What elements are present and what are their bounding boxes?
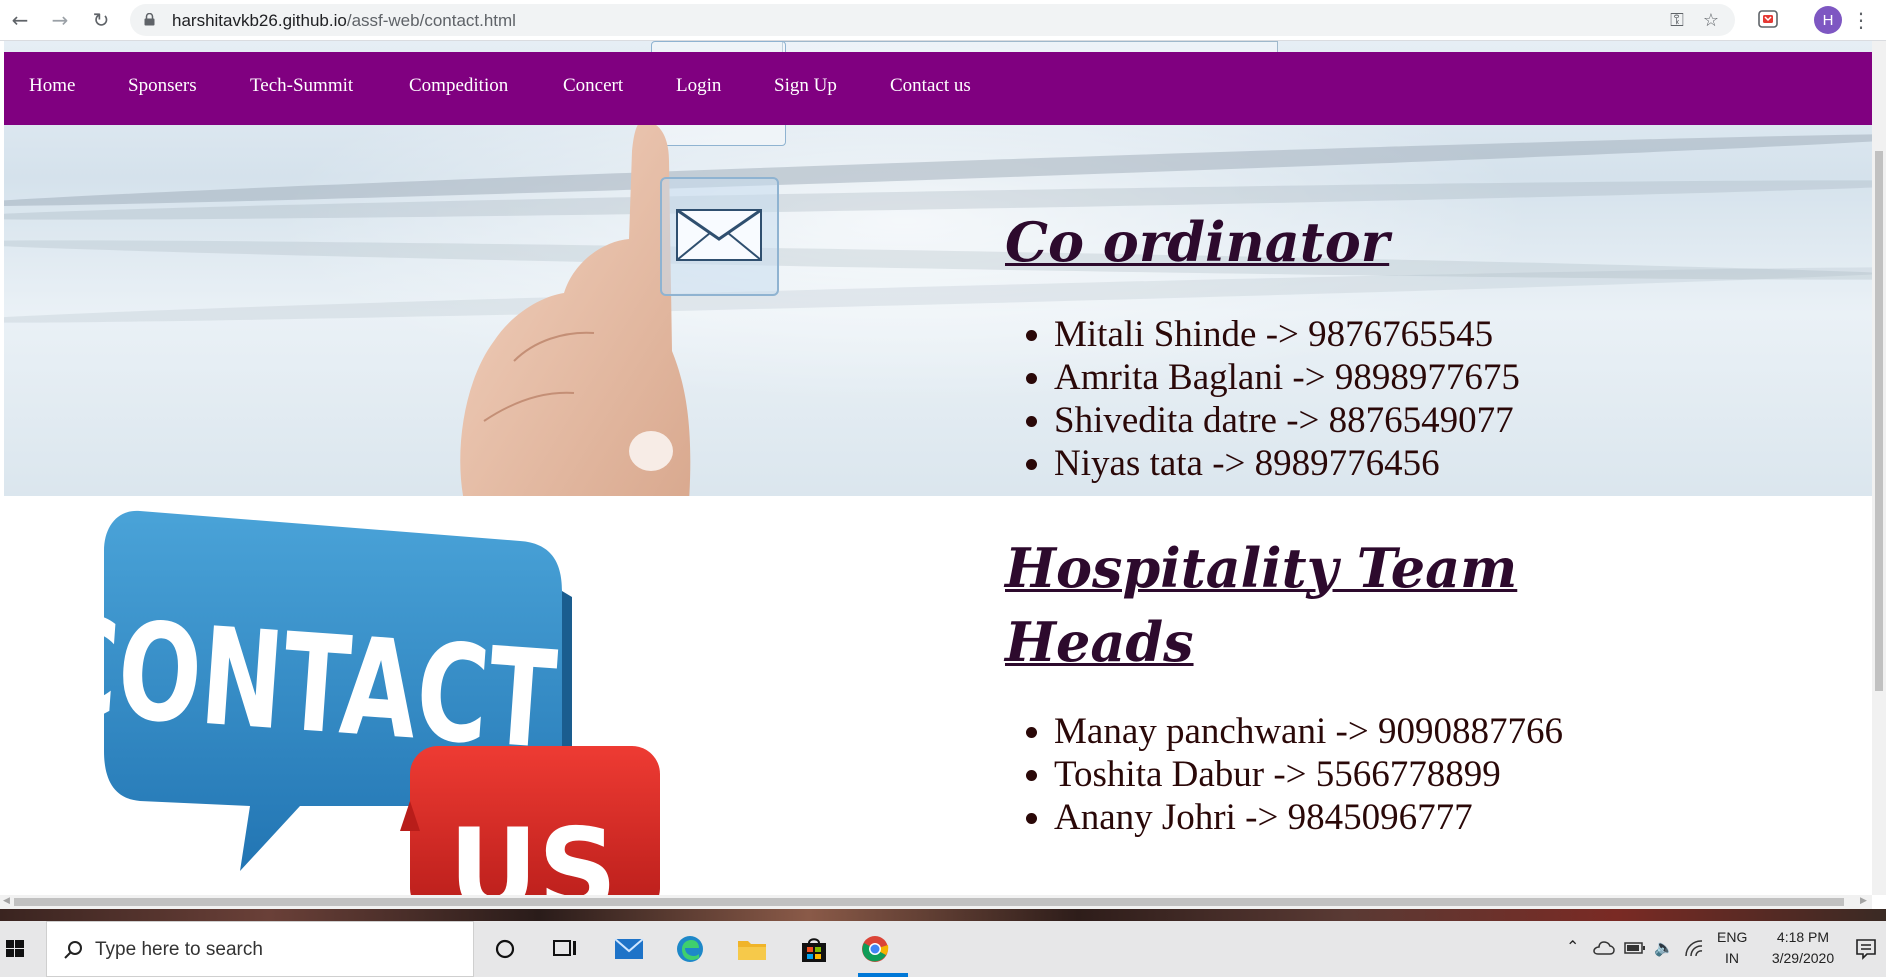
list-item: Mitali Shinde -> 9876765545 (1054, 313, 1520, 356)
desktop-wallpaper (0, 909, 1886, 921)
profile-avatar[interactable]: H (1814, 6, 1842, 34)
back-icon[interactable]: ← (8, 8, 32, 32)
nav-sign-up[interactable]: Sign Up (774, 75, 837, 97)
active-app-indicator (858, 973, 908, 977)
chrome-icon[interactable] (858, 933, 892, 965)
more-menu-icon[interactable]: ⋮ (1851, 8, 1871, 32)
hospitality-heading-line2: Heads (1005, 610, 1194, 674)
vertical-scroll-thumb[interactable] (1875, 151, 1883, 691)
nav-sponsers[interactable]: Sponsers (128, 75, 197, 97)
url-host: harshitavkb26.github.io (172, 11, 347, 30)
onedrive-icon[interactable] (1593, 940, 1615, 956)
envelope-tile (660, 177, 779, 296)
horizontal-scroll-thumb[interactable] (14, 898, 1844, 906)
nav-compedition[interactable]: Compedition (409, 75, 508, 97)
contact-us-graphic: CONTACT US (100, 510, 660, 895)
task-view-icon[interactable] (548, 933, 582, 965)
url-text[interactable]: harshitavkb26.github.io/assf-web/contact… (172, 11, 516, 31)
horizontal-scrollbar[interactable]: ◀ ▶ (0, 895, 1872, 909)
hospitality-list: Manay panchwani -> 9090887766 Toshita Da… (1005, 710, 1563, 839)
coordinator-list: Mitali Shinde -> 9876765545 Amrita Bagla… (1005, 313, 1520, 485)
forward-icon[interactable]: → (48, 8, 72, 32)
browser-toolbar: ← → ↻ harshitavkb26.github.io/assf-web/c… (0, 0, 1886, 41)
store-icon[interactable] (797, 933, 831, 965)
list-item: Amrita Baglani -> 9898977675 (1054, 356, 1520, 399)
vertical-scrollbar[interactable] (1872, 41, 1886, 895)
volume-icon[interactable]: 🔈 (1654, 938, 1674, 957)
language-code[interactable]: ENG (1717, 929, 1747, 945)
envelope-icon (676, 209, 762, 261)
mail-icon[interactable] (612, 933, 646, 965)
edge-icon[interactable] (673, 933, 707, 965)
region-code[interactable]: IN (1725, 950, 1739, 966)
star-icon[interactable]: ☆ (1701, 10, 1721, 31)
address-bar[interactable]: harshitavkb26.github.io/assf-web/contact… (130, 4, 1735, 36)
hero-stripe (4, 259, 1872, 331)
notifications-icon[interactable] (1855, 938, 1877, 960)
main-navbar: Home Sponsers Tech-Summit Compedition Co… (4, 52, 1872, 125)
url-path: /assf-web/contact.html (346, 11, 516, 30)
search-icon (64, 941, 82, 959)
clock-date[interactable]: 3/29/2020 (1762, 950, 1844, 966)
list-item: Manay panchwani -> 9090887766 (1054, 710, 1563, 753)
reload-icon[interactable]: ↻ (89, 8, 113, 32)
page-viewport: CONTACT US Home Sponsers Tech-Summit Com… (0, 41, 1872, 895)
extension-icon[interactable] (1758, 9, 1778, 29)
list-item: Toshita Dabur -> 5566778899 (1054, 753, 1563, 796)
nav-contact-us[interactable]: Contact us (890, 75, 971, 97)
hospitality-heading: Hospitality Team Heads (1005, 531, 1517, 679)
nav-concert[interactable]: Concert (563, 75, 623, 97)
hospitality-heading-line1: Hospitality Team (1005, 536, 1518, 600)
cortana-icon[interactable] (488, 933, 522, 965)
list-item: Shivedita datre -> 8876549077 (1054, 399, 1520, 442)
coordinator-heading: Co ordinator (1005, 210, 1390, 274)
list-item: Niyas tata -> 8989776456 (1054, 442, 1520, 485)
clock-time[interactable]: 4:18 PM (1770, 929, 1836, 945)
nav-login[interactable]: Login (676, 75, 721, 97)
nav-tech-summit[interactable]: Tech-Summit (250, 75, 353, 97)
show-hidden-icons-icon[interactable]: ⌃ (1566, 937, 1579, 957)
list-item: Anany Johri -> 9845096777 (1054, 796, 1563, 839)
windows-taskbar: Type here to search ⌃ 🔈 ENG IN 4:18 PM 3… (0, 921, 1886, 977)
key-icon[interactable]: ⚿ (1667, 10, 1687, 31)
lock-icon (144, 13, 155, 26)
file-explorer-icon[interactable] (735, 933, 769, 965)
wifi-icon[interactable] (1684, 939, 1704, 957)
us-word: US (449, 803, 618, 895)
nav-home[interactable]: Home (29, 75, 75, 97)
battery-icon[interactable] (1624, 942, 1646, 954)
taskbar-search-box[interactable]: Type here to search (46, 921, 474, 977)
windows-start-icon[interactable] (0, 921, 32, 977)
scroll-left-icon[interactable]: ◀ (3, 896, 10, 906)
search-placeholder: Type here to search (95, 939, 263, 960)
scroll-right-icon[interactable]: ▶ (1860, 896, 1867, 906)
